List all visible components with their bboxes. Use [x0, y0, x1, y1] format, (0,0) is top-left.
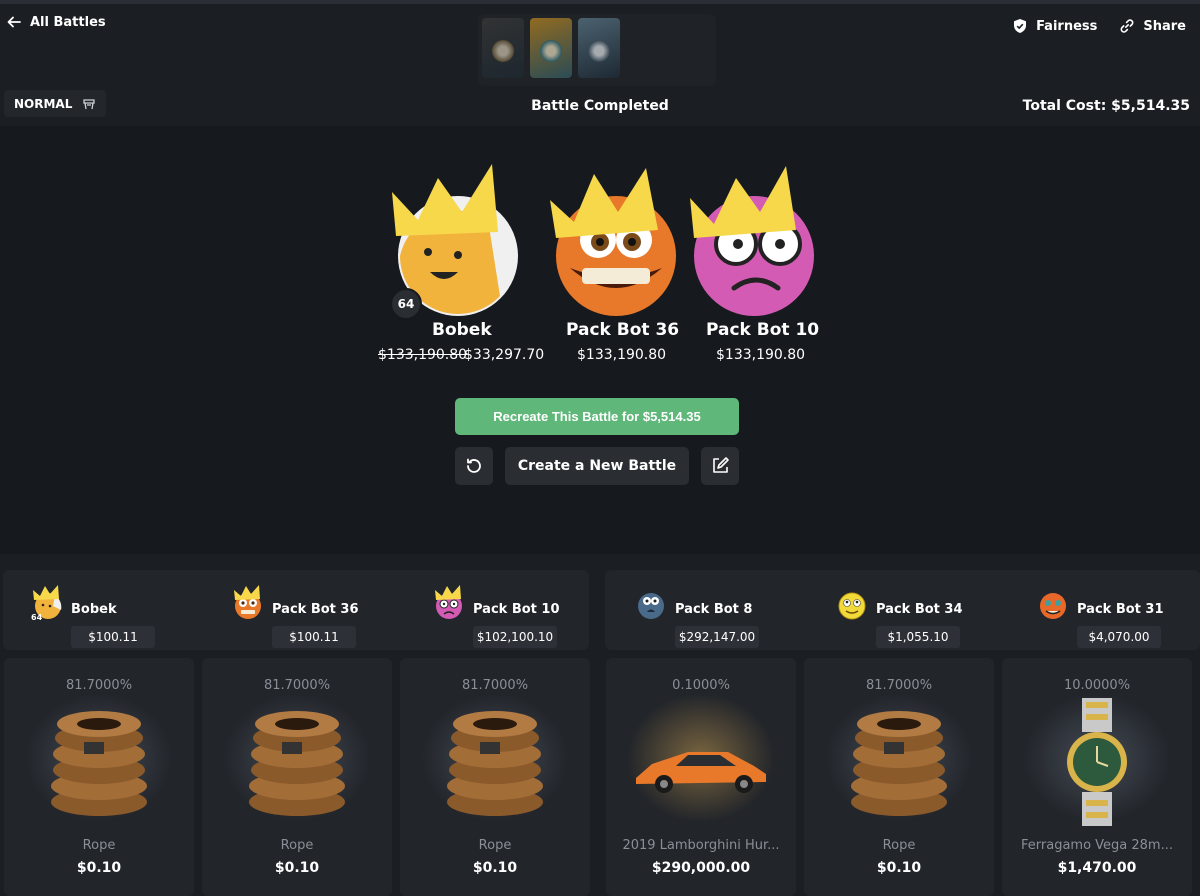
rope-image	[51, 711, 147, 816]
item-name: Ferragamo Vega 28m...	[1021, 838, 1173, 853]
item-card[interactable]: 10.0000% Ferragamo Vega 28m... $1,470.00	[1002, 658, 1192, 896]
rope-image	[447, 711, 543, 816]
battle-status: Battle Completed	[531, 98, 669, 114]
item-price: $0.10	[274, 860, 320, 876]
player-value: $100.11	[272, 626, 356, 648]
crown-icon	[392, 164, 498, 236]
case-thumbnails	[478, 14, 716, 86]
case-thumbnail[interactable]	[578, 18, 620, 78]
back-to-all-battles[interactable]: All Battles	[6, 14, 106, 30]
total-cost: Total Cost: $5,514.35	[1022, 98, 1190, 114]
shield-check-icon	[1014, 19, 1027, 33]
winner-name: Bobek	[432, 320, 492, 340]
share-label: Share	[1143, 18, 1186, 34]
item-name: Rope	[82, 838, 116, 853]
item-card[interactable]: 81.7000% Rope $0.10	[202, 658, 392, 896]
player-value: $292,147.00	[675, 626, 759, 648]
winner-amount: $133,190.80	[716, 347, 806, 363]
team-panel: 64 Bobek $100.11 Pack Bot 36 $100.11 Pac…	[3, 570, 589, 650]
rope-image	[249, 711, 345, 816]
item-chance: 81.7000%	[65, 678, 133, 693]
back-label: All Battles	[30, 14, 106, 30]
team-panel: Pack Bot 8 $292,147.00 Pack Bot 34 $1,05…	[605, 570, 1200, 650]
case-thumbnail[interactable]	[530, 18, 572, 78]
case-thumbnail[interactable]	[482, 18, 524, 78]
recreate-battle-button[interactable]: Recreate This Battle for $5,514.35	[455, 398, 739, 435]
watch-image	[1067, 698, 1127, 826]
item-price: $1,470.00	[1057, 860, 1137, 876]
winner-avatar-pack-bot-36	[550, 168, 676, 316]
winner-level-badge: 64	[390, 288, 422, 320]
edit-icon	[713, 457, 729, 473]
player-value: $100.11	[71, 626, 155, 648]
item-chance: 0.1000%	[672, 678, 730, 693]
item-card[interactable]: 0.1000% 2019 Lamborghini Hur... $290,000…	[606, 658, 796, 896]
player-name: Bobek	[71, 602, 117, 617]
item-price: $0.10	[876, 860, 922, 876]
crown-icon	[690, 166, 796, 238]
winner-amount: $133,190.80	[577, 347, 667, 363]
player-name: Pack Bot 8	[675, 602, 753, 617]
player-level: 64	[31, 613, 43, 622]
player-name: Pack Bot 36	[272, 602, 359, 617]
fairness-link[interactable]: Fairness	[1012, 18, 1097, 34]
battle-header: All Battles Fairness Share NORMAL Battle…	[0, 4, 1200, 126]
header-links: Fairness Share	[1012, 18, 1186, 34]
item-chance: 10.0000%	[1063, 678, 1131, 693]
refresh-icon	[467, 458, 481, 473]
crown-icon	[550, 168, 658, 238]
refresh-button[interactable]	[455, 447, 493, 485]
item-price: $290,000.00	[651, 860, 751, 876]
winner-old-amount: $133,190.80	[378, 347, 468, 363]
item-card[interactable]: 81.7000% Rope $0.10	[400, 658, 590, 896]
create-new-battle-button[interactable]: Create a New Battle	[505, 447, 689, 485]
player-avatar	[1040, 593, 1066, 619]
winner-amount: $33,297.70	[464, 347, 545, 363]
player-value: $1,055.10	[876, 626, 960, 648]
battle-results: 64 Bobek $100.11 Pack Bot 36 $100.11 Pac…	[0, 554, 1200, 896]
item-price: $0.10	[472, 860, 518, 876]
item-name: Rope	[478, 838, 512, 853]
item-card[interactable]: 81.7000% Rope $0.10	[804, 658, 994, 896]
item-chance: 81.7000%	[461, 678, 529, 693]
share-link[interactable]: Share	[1119, 18, 1186, 34]
player-avatar	[234, 585, 261, 619]
lamborghini-image	[636, 752, 766, 793]
item-chance: 81.7000%	[865, 678, 933, 693]
item-price: $0.10	[76, 860, 122, 876]
rope-image	[851, 711, 947, 816]
winner-avatar-pack-bot-10	[690, 166, 814, 316]
player-name: Pack Bot 31	[1077, 602, 1164, 617]
item-name: Rope	[280, 838, 314, 853]
winner-name: Pack Bot 10	[706, 320, 820, 340]
winner-name: Pack Bot 36	[566, 320, 680, 340]
player-name: Pack Bot 10	[473, 602, 560, 617]
fairness-label: Fairness	[1036, 18, 1098, 34]
arrow-left-icon	[7, 16, 21, 28]
player-avatar	[638, 593, 664, 619]
player-avatar	[435, 585, 462, 619]
item-name: 2019 Lamborghini Hur...	[622, 838, 780, 853]
item-name: Rope	[882, 838, 916, 853]
item-card[interactable]: 81.7000% Rope $0.10	[4, 658, 194, 896]
player-avatar	[838, 592, 866, 620]
player-name: Pack Bot 34	[876, 602, 963, 617]
edit-button[interactable]	[701, 447, 739, 485]
player-value: $102,100.10	[473, 626, 557, 648]
item-chance: 81.7000%	[263, 678, 331, 693]
player-value: $4,070.00	[1077, 626, 1161, 648]
link-icon	[1120, 19, 1134, 33]
